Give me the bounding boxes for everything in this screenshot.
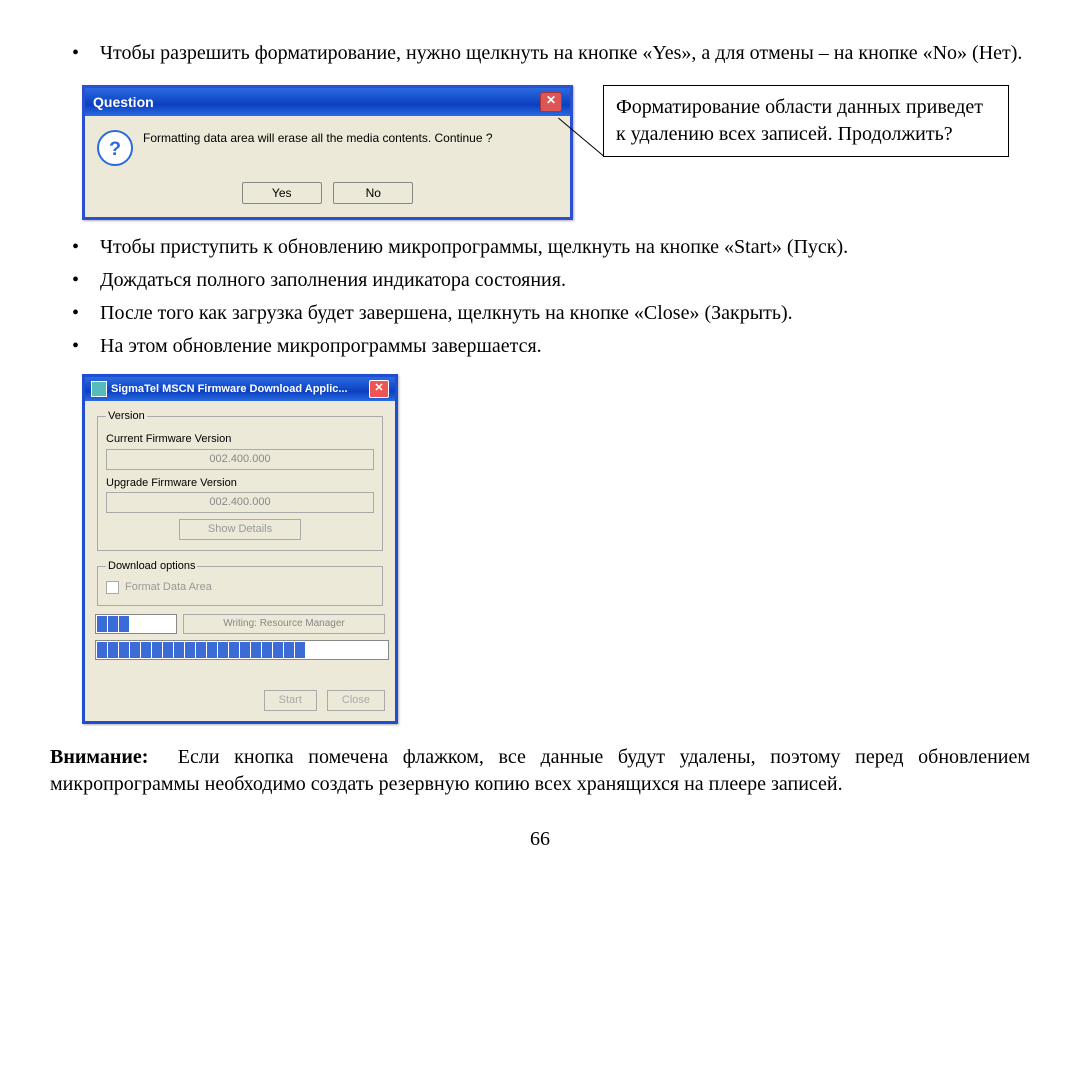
progress-row1: Writing: Resource Manager [95,614,385,634]
page-number: 66 [50,826,1030,853]
no-button[interactable]: No [333,182,413,204]
format-checkbox-label: Format Data Area [125,580,212,595]
version-group: Version Current Firmware Version 002.400… [97,409,383,551]
close-button: Close [327,690,385,711]
show-details-button: Show Details [179,519,301,540]
app-icon [91,381,107,397]
version-legend: Version [106,409,147,424]
sigmatel-dialog: SigmaTel MSCN Firmware Download Applic..… [82,374,398,724]
download-options-legend: Download options [106,559,197,574]
bullet-list-mid: Чтобы приступить к обновлению микропрогр… [50,234,1030,360]
dialog-body: ? Formatting data area will erase all th… [85,116,570,178]
question-icon: ? [97,130,133,166]
progress-bar-2 [95,640,389,660]
current-fw-value: 002.400.000 [106,449,374,470]
current-fw-label: Current Firmware Version [106,432,374,447]
dialog-message: Formatting data area will erase all the … [143,130,493,146]
list-item: Дождаться полного заполнения индикатора … [50,267,1030,294]
list-item: Чтобы приступить к обновлению микропрогр… [50,234,1030,261]
close-icon[interactable]: ✕ [369,380,389,398]
warning-text: Если кнопка помечена флажком, все данные… [50,746,1030,795]
warning-paragraph: Внимание: Если кнопка помечена флажком, … [50,744,1030,798]
callout-text: Форматирование области данных приведет к… [616,96,983,145]
svg-text:?: ? [109,138,121,159]
download-options-group: Download options Format Data Area [97,559,383,606]
list-item: На этом обновление микропрограммы заверш… [50,333,1030,360]
format-checkbox-row: Format Data Area [106,580,374,595]
list-item: После того как загрузка будет завершена,… [50,300,1030,327]
figure-row: Question ✕ ? Formatting data area will e… [82,85,1030,220]
dialog-body: Version Current Firmware Version 002.400… [85,401,395,721]
status-text: Writing: Resource Manager [183,614,385,634]
format-checkbox[interactable] [106,581,119,594]
upgrade-fw-label: Upgrade Firmware Version [106,476,374,491]
yes-button[interactable]: Yes [242,182,322,204]
dialog-title: SigmaTel MSCN Firmware Download Applic..… [111,382,365,397]
dialog-titlebar: Question ✕ [85,88,570,116]
bullet-list-top: Чтобы разрешить форматирование, нужно ще… [50,40,1030,67]
warning-label: Внимание: [50,746,148,768]
callout-box: Форматирование области данных приведет к… [603,85,1009,157]
close-icon[interactable]: ✕ [540,92,562,112]
dialog-buttons: Yes No [85,178,570,217]
list-item: Чтобы разрешить форматирование, нужно ще… [50,40,1030,67]
start-button: Start [264,690,317,711]
question-dialog: Question ✕ ? Formatting data area will e… [82,85,573,220]
dialog-titlebar: SigmaTel MSCN Firmware Download Applic..… [85,377,395,401]
dialog-title: Question [93,93,154,112]
upgrade-fw-value: 002.400.000 [106,492,374,513]
dialog-bottom-buttons: Start Close [95,690,385,711]
progress-bar-1 [95,614,177,634]
